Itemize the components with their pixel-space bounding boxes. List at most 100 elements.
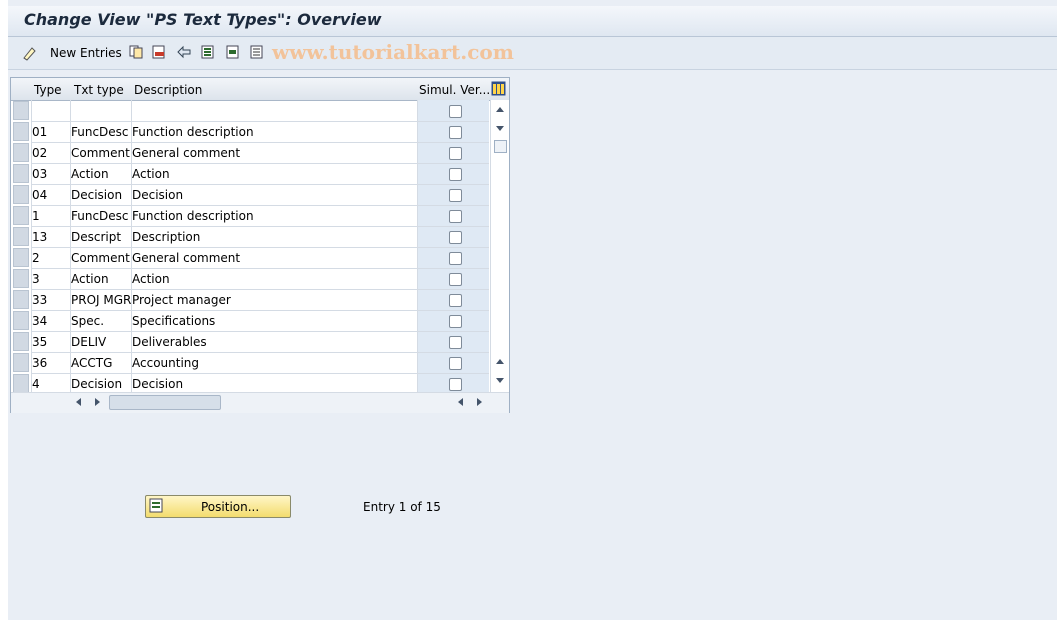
cell-txt-type[interactable]: ACCTG bbox=[71, 356, 112, 370]
page-down-icon[interactable] bbox=[495, 376, 505, 384]
copy-icon[interactable] bbox=[129, 45, 143, 59]
cell-type[interactable]: 02 bbox=[32, 146, 47, 160]
delete-icon[interactable] bbox=[152, 45, 166, 59]
table-row[interactable]: 02 Comment General comment bbox=[11, 142, 489, 163]
cell-txt-type[interactable]: Comment bbox=[71, 146, 130, 160]
cell-txt-type[interactable]: FuncDesc bbox=[71, 125, 129, 139]
cell-description[interactable]: Project manager bbox=[132, 293, 231, 307]
simul-version-checkbox[interactable] bbox=[449, 378, 462, 391]
cell-type[interactable]: 04 bbox=[32, 188, 47, 202]
cell-type[interactable]: 35 bbox=[32, 335, 47, 349]
cell-txt-type[interactable]: Decision bbox=[71, 377, 122, 391]
cell-description[interactable]: Action bbox=[132, 167, 170, 181]
simul-version-checkbox[interactable] bbox=[449, 210, 462, 223]
table-row[interactable]: 03 Action Action bbox=[11, 163, 489, 184]
scroll-left-end-icon[interactable] bbox=[457, 397, 465, 407]
cell-type[interactable]: 1 bbox=[32, 209, 40, 223]
row-selector[interactable] bbox=[13, 332, 29, 351]
cell-description[interactable]: Function description bbox=[132, 209, 254, 223]
row-selector[interactable] bbox=[13, 290, 29, 309]
cell-type[interactable]: 01 bbox=[32, 125, 47, 139]
scroll-left-icon[interactable] bbox=[75, 397, 83, 407]
table-row[interactable]: 2 Comment General comment bbox=[11, 247, 489, 268]
simul-version-checkbox[interactable] bbox=[449, 105, 462, 118]
position-button[interactable]: Position... bbox=[145, 495, 291, 518]
cell-txt-type[interactable]: FuncDesc bbox=[71, 209, 129, 223]
table-row[interactable]: 35 DELIV Deliverables bbox=[11, 331, 489, 352]
scroll-up-icon[interactable] bbox=[495, 106, 505, 114]
row-selector[interactable] bbox=[13, 353, 29, 372]
row-selector[interactable] bbox=[13, 269, 29, 288]
page-up-icon[interactable] bbox=[495, 358, 505, 366]
simul-version-checkbox[interactable] bbox=[449, 357, 462, 370]
deselect-all-icon[interactable] bbox=[250, 45, 264, 59]
simul-version-checkbox[interactable] bbox=[449, 231, 462, 244]
table-row[interactable]: 01 FuncDesc Function description bbox=[11, 121, 489, 142]
row-selector[interactable] bbox=[13, 248, 29, 267]
simul-version-checkbox[interactable] bbox=[449, 315, 462, 328]
vertical-scrollbar[interactable] bbox=[490, 100, 509, 392]
select-all-icon[interactable] bbox=[201, 45, 215, 59]
row-selector[interactable] bbox=[13, 122, 29, 141]
table-row[interactable]: 1 FuncDesc Function description bbox=[11, 205, 489, 226]
new-entries-button[interactable]: New Entries bbox=[50, 46, 122, 60]
cell-type[interactable]: 34 bbox=[32, 314, 47, 328]
simul-version-checkbox[interactable] bbox=[449, 189, 462, 202]
cell-txt-type[interactable]: Descript bbox=[71, 230, 121, 244]
change-display-icon[interactable] bbox=[22, 45, 36, 61]
cell-description[interactable]: Function description bbox=[132, 125, 254, 139]
cell-txt-type[interactable]: Action bbox=[71, 272, 109, 286]
cell-description[interactable]: General comment bbox=[132, 146, 240, 160]
row-selector[interactable] bbox=[13, 374, 29, 393]
cell-type[interactable]: 13 bbox=[32, 230, 47, 244]
simul-version-checkbox[interactable] bbox=[449, 126, 462, 139]
cell-txt-type[interactable]: Decision bbox=[71, 188, 122, 202]
cell-txt-type[interactable]: Action bbox=[71, 167, 109, 181]
table-row[interactable]: 33 PROJ MGR Project manager bbox=[11, 289, 489, 310]
cell-type[interactable]: 3 bbox=[32, 272, 40, 286]
cell-description[interactable]: Accounting bbox=[132, 356, 199, 370]
horizontal-scroll-thumb[interactable] bbox=[109, 395, 221, 410]
simul-version-checkbox[interactable] bbox=[449, 336, 462, 349]
cell-type[interactable]: 36 bbox=[32, 356, 47, 370]
cell-type[interactable]: 4 bbox=[32, 377, 40, 391]
column-settings-icon[interactable] bbox=[491, 81, 506, 99]
simul-version-checkbox[interactable] bbox=[449, 273, 462, 286]
scroll-thumb[interactable] bbox=[494, 140, 507, 153]
row-selector[interactable] bbox=[13, 311, 29, 330]
select-block-icon[interactable] bbox=[226, 45, 240, 59]
column-header-txt-type[interactable]: Txt type bbox=[74, 83, 124, 97]
undo-icon[interactable] bbox=[176, 45, 191, 59]
cell-description[interactable]: Description bbox=[132, 230, 200, 244]
column-header-type[interactable]: Type bbox=[34, 83, 62, 97]
simul-version-checkbox[interactable] bbox=[449, 168, 462, 181]
cell-txt-type[interactable]: PROJ MGR bbox=[71, 293, 131, 307]
simul-version-checkbox[interactable] bbox=[449, 147, 462, 160]
row-selector[interactable] bbox=[13, 185, 29, 204]
simul-version-checkbox[interactable] bbox=[449, 294, 462, 307]
cell-type[interactable]: 2 bbox=[32, 251, 40, 265]
row-selector[interactable] bbox=[13, 206, 29, 225]
table-row[interactable]: 13 Descript Description bbox=[11, 226, 489, 247]
cell-description[interactable]: Decision bbox=[132, 188, 183, 202]
row-selector[interactable] bbox=[13, 143, 29, 162]
table-row[interactable]: 34 Spec. Specifications bbox=[11, 310, 489, 331]
column-header-description[interactable]: Description bbox=[134, 83, 202, 97]
cell-txt-type[interactable]: Comment bbox=[71, 251, 130, 265]
simul-version-checkbox[interactable] bbox=[449, 252, 462, 265]
cell-description[interactable]: Specifications bbox=[132, 314, 215, 328]
cell-txt-type[interactable]: Spec. bbox=[71, 314, 104, 328]
table-row[interactable]: 04 Decision Decision bbox=[11, 184, 489, 205]
row-selector[interactable] bbox=[13, 101, 29, 120]
scroll-right-icon[interactable] bbox=[93, 397, 101, 407]
cell-description[interactable]: Decision bbox=[132, 377, 183, 391]
cell-txt-type[interactable]: DELIV bbox=[71, 335, 106, 349]
row-selector[interactable] bbox=[13, 164, 29, 183]
table-row[interactable] bbox=[11, 100, 489, 121]
row-selector[interactable] bbox=[13, 227, 29, 246]
cell-type[interactable]: 33 bbox=[32, 293, 47, 307]
scroll-down-icon[interactable] bbox=[495, 124, 505, 132]
column-header-simul-version[interactable]: Simul. Ver... bbox=[419, 83, 490, 97]
cell-description[interactable]: Deliverables bbox=[132, 335, 207, 349]
horizontal-scrollbar[interactable] bbox=[11, 392, 509, 413]
